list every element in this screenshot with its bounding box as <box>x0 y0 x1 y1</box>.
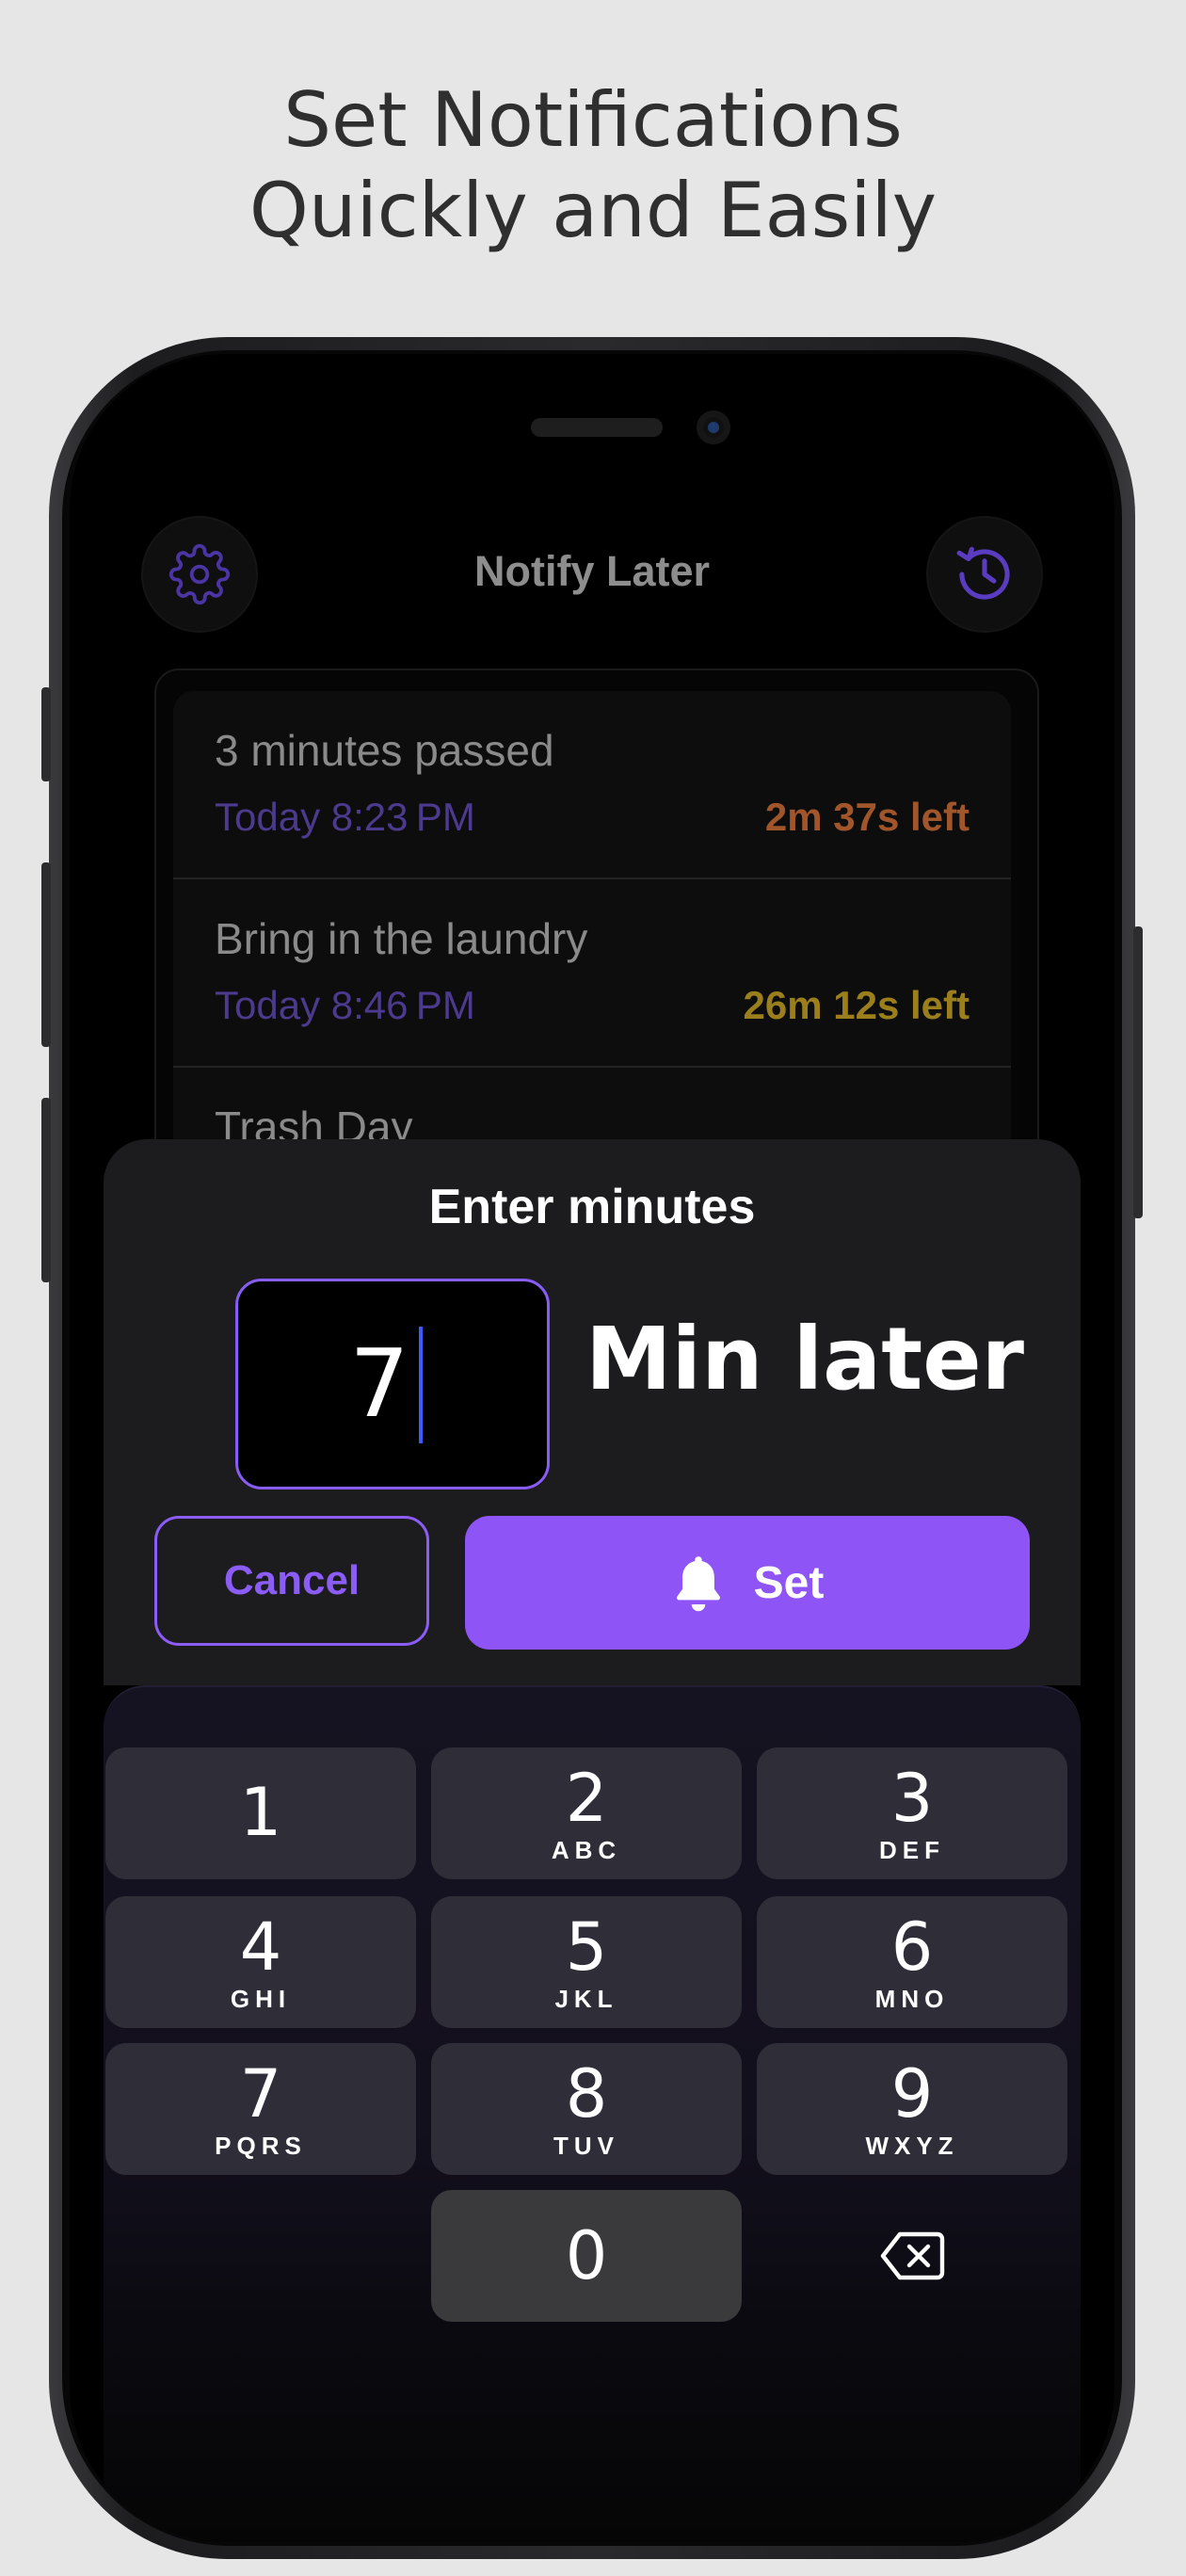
history-button[interactable] <box>928 518 1041 631</box>
time-remaining: 2m 37s left <box>764 795 970 839</box>
key-letters: JKL <box>554 1984 618 2013</box>
marketing-headline: Set Notifications Quickly and Easily <box>0 75 1186 256</box>
earpiece-speaker <box>531 418 663 437</box>
key-digit: 8 <box>565 2054 608 2133</box>
notification-time: Today 8:23 PM <box>215 795 475 839</box>
dialog-title: Enter minutes <box>428 1180 756 1234</box>
volume-down-button <box>41 1098 51 1282</box>
notification-list[interactable]: 3 minutes passed Today 8:23 PM 2m 37s le… <box>173 691 1011 1181</box>
notification-title: Bring in the laundry <box>215 914 588 963</box>
history-clock-icon <box>956 546 1010 600</box>
key-digit: 6 <box>890 1908 934 1986</box>
enter-minutes-dialog: Enter minutes 7 Min later Cancel Set <box>104 1139 1081 1685</box>
key-3[interactable]: 3 DEF <box>757 1747 1067 1879</box>
key-digit: 0 <box>565 2217 608 2294</box>
key-digit: 3 <box>890 1759 934 1837</box>
time-remaining: 26m 12s left <box>743 983 970 1027</box>
numeric-keypad: 1 2 ABC 3 DEF 4 GHI 5 JKL 6 MNO 7 PQRS 8 <box>104 1685 1081 2542</box>
key-digit: 9 <box>890 2054 934 2133</box>
key-digit: 5 <box>565 1908 608 1986</box>
delete-key[interactable] <box>757 2190 1067 2322</box>
front-camera <box>697 411 730 444</box>
notification-time: Today 8:46 PM <box>215 983 475 1027</box>
key-letters: TUV <box>553 2131 619 2160</box>
volume-up-button <box>41 862 51 1047</box>
key-letters: DEF <box>879 1835 945 1864</box>
min-later-label: Min later <box>585 1309 1024 1409</box>
notification-title: 3 minutes passed <box>215 726 554 775</box>
key-8[interactable]: 8 TUV <box>431 2043 742 2175</box>
key-4[interactable]: 4 GHI <box>105 1896 416 2028</box>
key-5[interactable]: 5 JKL <box>431 1896 742 2028</box>
key-1[interactable]: 1 <box>105 1747 416 1879</box>
key-digit: 1 <box>239 1774 282 1851</box>
key-letters: PQRS <box>215 2131 307 2160</box>
headline-line-2: Quickly and Easily <box>248 167 938 254</box>
key-digit: 2 <box>565 1759 608 1837</box>
cancel-label: Cancel <box>223 1557 361 1603</box>
list-item[interactable]: Bring in the laundry Today 8:46 PM 26m 1… <box>173 879 1011 1066</box>
key-letters: MNO <box>874 1984 950 2013</box>
key-7[interactable]: 7 PQRS <box>105 2043 416 2175</box>
key-2[interactable]: 2 ABC <box>431 1747 742 1879</box>
key-letters: GHI <box>230 1984 292 2013</box>
silent-switch <box>41 687 51 781</box>
key-digit: 7 <box>239 2054 282 2133</box>
minutes-value: 7 <box>349 1328 409 1439</box>
key-letters: ABC <box>551 1835 622 1864</box>
key-9[interactable]: 9 WXYZ <box>757 2043 1067 2175</box>
phone-screen: Notify Later 3 minutes passed Today 8:23… <box>70 354 1114 2542</box>
key-0[interactable]: 0 <box>431 2190 742 2322</box>
cancel-button[interactable]: Cancel <box>154 1516 429 1646</box>
key-letters: WXYZ <box>865 2131 959 2160</box>
list-item[interactable]: 3 minutes passed Today 8:23 PM 2m 37s le… <box>173 691 1011 877</box>
power-button <box>1133 926 1143 1218</box>
set-button[interactable]: Set <box>465 1516 1030 1650</box>
key-6[interactable]: 6 MNO <box>757 1896 1067 2028</box>
key-digit: 4 <box>239 1908 282 1986</box>
set-label: Set <box>753 1557 825 1608</box>
headline-line-1: Set Notifications <box>283 76 903 164</box>
bell-icon <box>676 1556 720 1612</box>
backspace-icon <box>880 2231 945 2280</box>
minutes-input[interactable]: 7 <box>235 1279 550 1489</box>
text-caret <box>419 1327 423 1443</box>
